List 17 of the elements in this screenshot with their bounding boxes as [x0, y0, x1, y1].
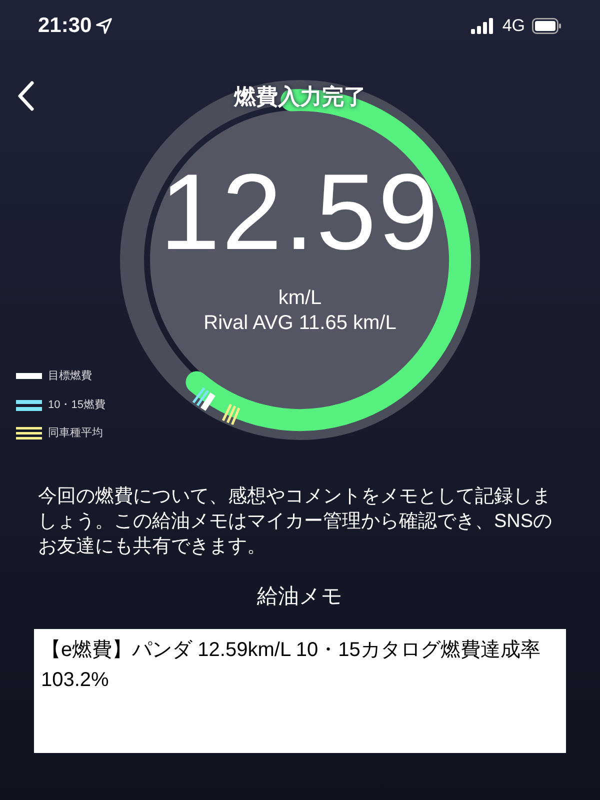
memo-title: 給油メモ — [256, 584, 344, 610]
status-time: 21:30 — [38, 13, 92, 40]
signal-icon — [471, 18, 496, 34]
description-text: 今回の燃費について、感想やコメントをメモとして記録しましょう。この給油メモはマイカー管理から確認でき、SNSのお友達にも共有できます。 — [37, 485, 554, 559]
legend-label: 同車種平均 — [48, 426, 103, 441]
fuel-economy-value: 12.59 — [160, 152, 440, 272]
legend-swatch-icon — [16, 426, 42, 440]
back-chevron-icon — [17, 81, 35, 111]
network-label: 4G — [502, 15, 525, 38]
memo-field[interactable]: 【e燃費】パンダ 12.59km/L 10・15カタログ燃費達成率103.2% — [34, 628, 566, 752]
location-arrow-icon — [96, 18, 112, 34]
legend-label: 目標燃費 — [48, 369, 92, 384]
legend-label: 10・15燃費 — [48, 398, 106, 412]
legend-swatch-icon — [16, 398, 42, 412]
rival-average: Rival AVG 11.65 km/L — [204, 311, 396, 336]
battery-icon — [532, 18, 562, 34]
unit-label: km/L — [278, 286, 322, 310]
